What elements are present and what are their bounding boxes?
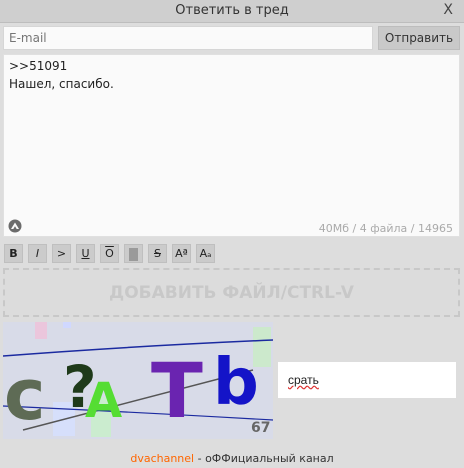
message-line: >>51091: [9, 59, 68, 73]
send-button[interactable]: Отправить: [378, 26, 460, 50]
captcha-glyph: b: [213, 346, 259, 420]
quote-button[interactable]: >: [52, 244, 71, 263]
footer-text: - оФФициальный канал: [194, 452, 334, 465]
footer: dvachannel - оФФициальный канал: [0, 452, 464, 465]
spoiler-swatch: [129, 247, 138, 261]
email-field[interactable]: [3, 26, 373, 50]
reply-window-titlebar[interactable]: Ответить в тред X: [0, 0, 464, 23]
message-line: Нашел, спасибо.: [9, 77, 114, 91]
window-title: Ответить в тред: [175, 3, 289, 18]
captcha-image[interactable]: с ? A T b 67: [3, 322, 273, 439]
upload-limits-counter: 40Мб / 4 файла / 14965: [318, 222, 453, 235]
superscript-button[interactable]: Aª: [172, 244, 191, 263]
message-textarea[interactable]: >>51091 Нашел, спасибо. 40Мб / 4 файла /…: [3, 54, 460, 237]
spoiler-button[interactable]: [124, 244, 143, 263]
captcha-graphic: с ? A T b 67: [3, 322, 273, 437]
add-file-dropzone[interactable]: ДОБАВИТЬ ФАЙЛ/CTRL-V: [3, 268, 460, 317]
captcha-glyph: A: [85, 373, 122, 429]
captcha-glyph: с: [4, 354, 46, 436]
captcha-answer-field[interactable]: [278, 362, 456, 398]
footer-channel-link[interactable]: dvachannel: [130, 452, 194, 465]
captcha-glyph: T: [151, 346, 203, 435]
overline-button[interactable]: O: [100, 244, 119, 263]
underline-button[interactable]: U: [76, 244, 95, 263]
captcha-number: 67: [251, 420, 270, 436]
subscript-button[interactable]: Aₐ: [196, 244, 215, 263]
bold-button[interactable]: B: [4, 244, 23, 263]
triangle-logo-icon[interactable]: [8, 219, 22, 233]
italic-button[interactable]: I: [28, 244, 47, 263]
close-button[interactable]: X: [443, 2, 453, 18]
strike-button[interactable]: S: [148, 244, 167, 263]
